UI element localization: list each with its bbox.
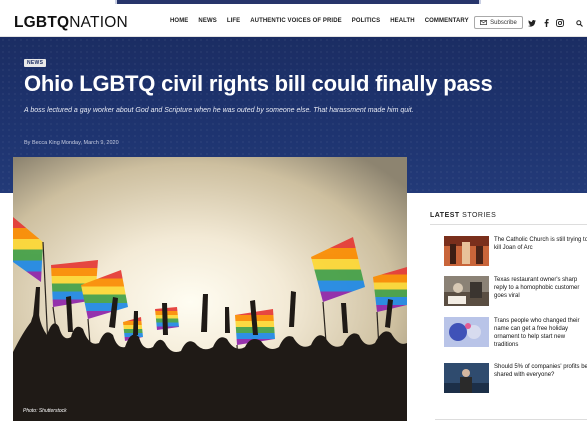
latest-heading-rest: STORIES [459, 212, 497, 219]
story-thumbnail[interactable] [444, 276, 489, 306]
latest-stories-heading: LATEST STORIES [430, 212, 587, 225]
latest-stories-sidebar: LATEST STORIES The Catholic Church is st… [425, 193, 587, 425]
nav-item-politics[interactable]: POLITICS [352, 18, 380, 24]
nav-item-health[interactable]: HEALTH [390, 18, 415, 24]
nav-item-authentic-voices[interactable]: AUTHENTIC VOICES OF PRIDE [250, 18, 342, 24]
search-icon[interactable] [574, 18, 584, 28]
crowd-with-pride-flags-image [13, 157, 407, 421]
subscribe-button[interactable]: Subscribe [474, 16, 523, 29]
story-item[interactable]: Trans people who changed their name can … [444, 317, 587, 349]
photo-caption: Photo: Shutterstock [23, 408, 67, 414]
instagram-icon[interactable] [555, 18, 565, 28]
ad-banner[interactable] [115, 0, 481, 4]
article-photo: Photo: Shutterstock [13, 157, 407, 421]
story-title[interactable]: Trans people who changed their name can … [494, 317, 587, 349]
nav-item-commentary[interactable]: COMMENTARY [425, 18, 469, 24]
nav-item-home[interactable]: HOME [170, 18, 188, 24]
heading-divider [430, 224, 587, 225]
article-title: Ohio LGBTQ civil rights bill could final… [24, 71, 493, 96]
site-header: LGBTQ NATION HOME NEWS LIFE AUTHENTIC VOI… [0, 8, 587, 37]
story-item[interactable]: Texas restaurant owner's sharp reply to … [444, 276, 587, 308]
twitter-icon[interactable] [527, 18, 537, 28]
logo-text-lgbtq: LGBTQ [14, 14, 70, 31]
story-title[interactable]: The Catholic Church is still trying to k… [494, 236, 587, 252]
latest-heading-bold: LATEST [430, 212, 460, 219]
story-title[interactable]: Texas restaurant owner's sharp reply to … [494, 276, 587, 300]
story-thumbnail[interactable] [444, 363, 489, 393]
mail-icon [480, 20, 488, 25]
site-logo[interactable]: LGBTQ NATION [14, 14, 128, 32]
article-byline: By Becca King Monday, March 9, 2020 [24, 140, 119, 146]
nav-item-life[interactable]: LIFE [227, 18, 240, 24]
subscribe-label: Subscribe [490, 19, 517, 26]
logo-text-nation: NATION [69, 14, 128, 31]
story-title[interactable]: Should 5% of companies' profits be share… [494, 363, 587, 379]
facebook-icon[interactable] [541, 18, 551, 28]
story-item[interactable]: The Catholic Church is still trying to k… [444, 236, 587, 268]
article-dek: A boss lectured a gay worker about God a… [24, 107, 414, 114]
story-thumbnail[interactable] [444, 317, 489, 347]
category-badge[interactable]: NEWS [24, 59, 47, 67]
story-thumbnail[interactable] [444, 236, 489, 266]
top-ad-strip [0, 0, 587, 8]
sidebar-divider [435, 419, 587, 420]
nav-item-news[interactable]: NEWS [198, 18, 216, 24]
main-nav: HOME NEWS LIFE AUTHENTIC VOICES OF PRIDE… [170, 18, 469, 24]
story-item[interactable]: Should 5% of companies' profits be share… [444, 363, 587, 395]
